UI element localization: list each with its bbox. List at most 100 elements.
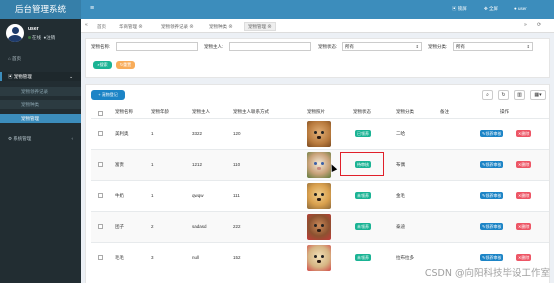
status-badge: 未领养 [355, 223, 371, 230]
row-checkbox[interactable] [98, 255, 103, 260]
col-header[interactable]: 操作 [500, 109, 509, 115]
logout-link[interactable]: 注销 [46, 35, 55, 40]
search-toggle-button[interactable]: ⌕ [482, 90, 493, 100]
owner-phone: 110 [233, 162, 241, 167]
pet-photo[interactable] [307, 214, 331, 240]
close-icon[interactable]: ⊗ [228, 24, 233, 29]
status-label: 宠物状态: [318, 44, 338, 49]
adopt-review-button[interactable]: ✎领养审核 [480, 254, 504, 261]
table-row[interactable]: 牛奶 1 qwqw 111 未领养 金毛 ✎领养审核 ✕删除 [91, 180, 549, 211]
category-select[interactable]: 所有 ⇕ [453, 42, 533, 51]
col-header[interactable]: 宠物年龄 [151, 109, 169, 115]
status-badge: 已领养 [355, 130, 371, 137]
fullscreen-button[interactable]: ✥ 全屏 [484, 6, 498, 12]
owner-phone: 120 [233, 131, 241, 136]
reset-button[interactable]: ↻重置 [116, 61, 135, 69]
status-badge: 未领养 [355, 192, 371, 199]
menu-toggle-icon[interactable]: ≡ [90, 5, 94, 12]
pet-age: 1 [151, 193, 154, 198]
status-select[interactable]: 所有 ⇕ [342, 42, 422, 51]
pet-name: 团子 [115, 224, 124, 229]
tab-scroll-left-icon[interactable]: « [85, 22, 88, 28]
col-header[interactable]: 宠物状态 [353, 109, 371, 115]
owner-input[interactable] [229, 42, 311, 51]
adopt-review-button[interactable]: ✎领养审核 [480, 161, 504, 168]
sidebar-item-pet-mgmt-active[interactable]: 宠物管理 [0, 114, 81, 123]
delete-button[interactable]: ✕删除 [516, 130, 532, 137]
pet-category: 布偶 [396, 162, 405, 167]
table-panel: + 宠物登记 ⌕ ↻ ▥ ▦▾ 宠物名称 宠物年龄 宠物主人 宠物主人联系方式 … [85, 84, 550, 283]
grid-icon: ▦▾ [534, 92, 542, 98]
table-row[interactable]: 美利奥 1 3322 120 已领养 二哈 ✎领养审核 ✕删除 [91, 118, 549, 149]
sidebar: 后台管理系统 user 在线 ●注销 ⌂ 首页 ▣ 宠物管理 ⌄ 宠物领养记录 … [0, 0, 81, 283]
sidebar-item-system[interactable]: ⚙ 系统管理 ‹ [0, 134, 81, 143]
tab-pet-mgmt[interactable]: 宠物管理 ⊗ [244, 22, 276, 31]
col-header[interactable]: 宠物主人联系方式 [233, 109, 269, 115]
refresh-icon: ↻ [501, 92, 506, 98]
adopt-review-button[interactable]: ✎领养审核 [480, 192, 504, 199]
highlight-annotation-box [340, 152, 384, 176]
col-header[interactable]: 备注 [440, 109, 449, 115]
export-button[interactable]: ▦▾ [530, 90, 546, 100]
close-icon[interactable]: ⊗ [138, 24, 143, 29]
row-checkbox[interactable] [98, 224, 103, 229]
pet-photo[interactable] [307, 121, 331, 147]
sidebar-item-home[interactable]: ⌂ 首页 [0, 54, 81, 63]
select-all-checkbox[interactable] [98, 111, 103, 116]
row-checkbox[interactable] [98, 162, 103, 167]
search-button[interactable]: ⌕搜索 [93, 61, 112, 69]
row-checkbox[interactable] [98, 193, 103, 198]
tab-home[interactable]: 首页 [94, 22, 109, 31]
pet-category: 拉布拉多 [396, 255, 414, 260]
pet-photo[interactable] [307, 245, 331, 271]
pet-photo[interactable] [307, 183, 331, 209]
columns-button[interactable]: ▥ [514, 90, 525, 100]
status-badge: 未领养 [355, 254, 371, 261]
pet-name: 牛奶 [115, 193, 124, 198]
close-icon[interactable]: ⊗ [267, 24, 272, 29]
user-status: 在线 ●注销 [28, 35, 55, 41]
search-icon: ⌕ [486, 92, 489, 98]
select-arrow-icon: ⇕ [526, 44, 530, 49]
pet-name-input[interactable] [116, 42, 198, 51]
add-pet-button[interactable]: + 宠物登记 [91, 90, 125, 100]
col-header[interactable]: 宠物分类 [396, 109, 414, 115]
col-header[interactable]: 宠物照片 [307, 109, 325, 115]
tab-huashang[interactable]: 华商管理 ⊗ [116, 22, 146, 31]
pet-owner: null [192, 255, 200, 260]
col-header[interactable]: 宠物名称 [115, 109, 133, 115]
close-icon[interactable]: ⊗ [189, 24, 194, 29]
user-name: user [28, 26, 39, 32]
pet-photo[interactable] [307, 152, 331, 178]
category-label: 宠物分类: [428, 44, 448, 49]
table-row[interactable]: 富贵 1 1212 110 待审核 布偶 ✎领养审核 ✕删除 [91, 149, 549, 180]
row-checkbox[interactable] [98, 131, 103, 136]
pet-category: 二哈 [396, 131, 405, 136]
col-header[interactable]: 宠物主人 [192, 109, 210, 115]
tab-adoption-records[interactable]: 宠物领养记录 ⊗ [158, 22, 197, 31]
delete-button[interactable]: ✕删除 [516, 192, 532, 199]
tab-pet-types[interactable]: 宠物种类 ⊗ [206, 22, 236, 31]
user-menu[interactable]: ● user [514, 6, 527, 11]
pet-age: 2 [151, 224, 154, 229]
table-row[interactable]: 团子 2 sadasd 222 未领养 泰迪 ✎领养审核 ✕删除 [91, 211, 549, 242]
lock-button[interactable]: ▣ 锁屏 [452, 6, 467, 12]
owner-label: 宠物主人: [204, 44, 224, 49]
pet-age: 1 [151, 162, 154, 167]
delete-button[interactable]: ✕删除 [516, 223, 532, 230]
sidebar-item-adoption-records[interactable]: 宠物领养记录 [0, 87, 81, 96]
pet-name: 富贵 [115, 162, 124, 167]
adopt-review-button[interactable]: ✎领养审核 [480, 223, 504, 230]
refresh-tab-icon[interactable]: ⟳ [537, 22, 541, 28]
sidebar-item-pet-types[interactable]: 宠物种类 [0, 100, 81, 109]
sidebar-item-pet-management[interactable]: ▣ 宠物管理 ⌄ [0, 72, 81, 81]
pet-owner: qwqw [192, 193, 204, 198]
chevron-down-icon: ⌄ [69, 74, 73, 79]
pet-owner: sadasd [192, 224, 207, 229]
online-dot-icon [28, 36, 31, 39]
delete-button[interactable]: ✕删除 [516, 254, 532, 261]
tab-scroll-right-icon[interactable]: » [524, 22, 527, 28]
refresh-button[interactable]: ↻ [498, 90, 509, 100]
adopt-review-button[interactable]: ✎领养审核 [480, 130, 504, 137]
delete-button[interactable]: ✕删除 [516, 161, 532, 168]
